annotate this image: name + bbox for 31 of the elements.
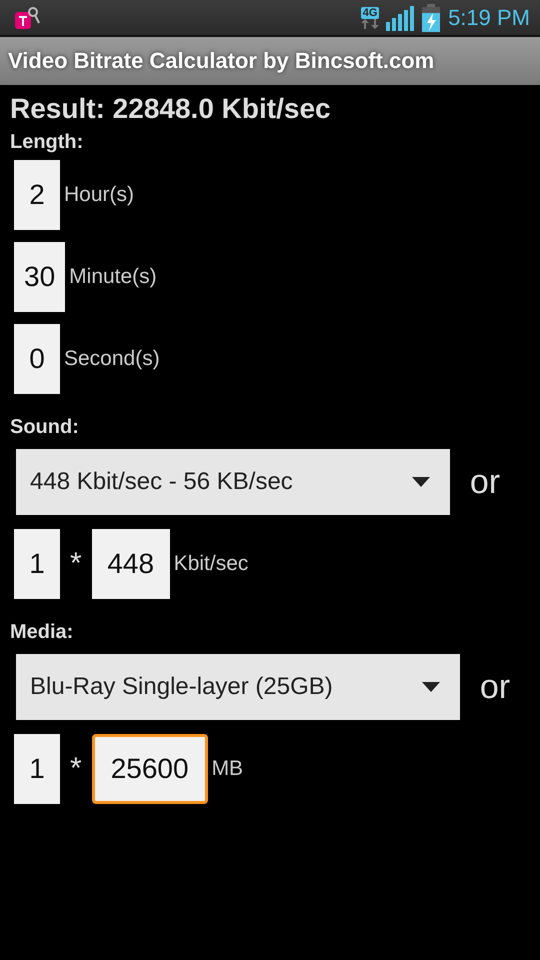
clock-time: 5:19 PM xyxy=(448,4,530,30)
multiply-sign: * xyxy=(70,547,82,581)
dropdown[interactable]: Blu-Ray Single-layer (25GB) xyxy=(16,654,460,720)
unit-label: Kbit/sec xyxy=(174,552,248,576)
section-label: Media: xyxy=(10,621,74,644)
number-field[interactable]: 448 xyxy=(92,529,170,599)
count-field[interactable]: 1 xyxy=(14,529,60,599)
battery-charging-icon xyxy=(422,4,440,32)
unit-label: Minute(s) xyxy=(69,265,157,289)
number-field[interactable]: 2 xyxy=(14,160,60,230)
result-text: Result: 22848.0 Kbit/sec xyxy=(10,93,331,124)
or-label: or xyxy=(478,668,512,706)
number-field[interactable]: 0 xyxy=(14,324,60,394)
window-title: Video Bitrate Calculator by Bincsoft.com xyxy=(8,48,434,74)
carrier-tag-icon xyxy=(14,6,40,30)
count-field[interactable]: 1 xyxy=(14,734,60,804)
dropdown[interactable]: 448 Kbit/sec - 56 KB/sec xyxy=(16,449,450,515)
caret-icon xyxy=(412,477,430,487)
number-field[interactable]: 30 xyxy=(14,242,66,312)
multiply-sign: * xyxy=(70,752,82,786)
section-label: Sound: xyxy=(10,416,80,439)
signal-icon xyxy=(386,4,414,30)
unit-label: Second(s) xyxy=(64,347,160,371)
unit-label: MB xyxy=(212,757,244,781)
number-field[interactable]: 25600 xyxy=(92,734,208,804)
section-label: Length: xyxy=(10,131,84,154)
or-label: or xyxy=(468,462,502,502)
caret-icon xyxy=(422,682,440,692)
data-arrows-icon xyxy=(360,18,380,28)
network-type: 4G xyxy=(360,6,380,18)
unit-label: Hour(s) xyxy=(64,183,134,207)
